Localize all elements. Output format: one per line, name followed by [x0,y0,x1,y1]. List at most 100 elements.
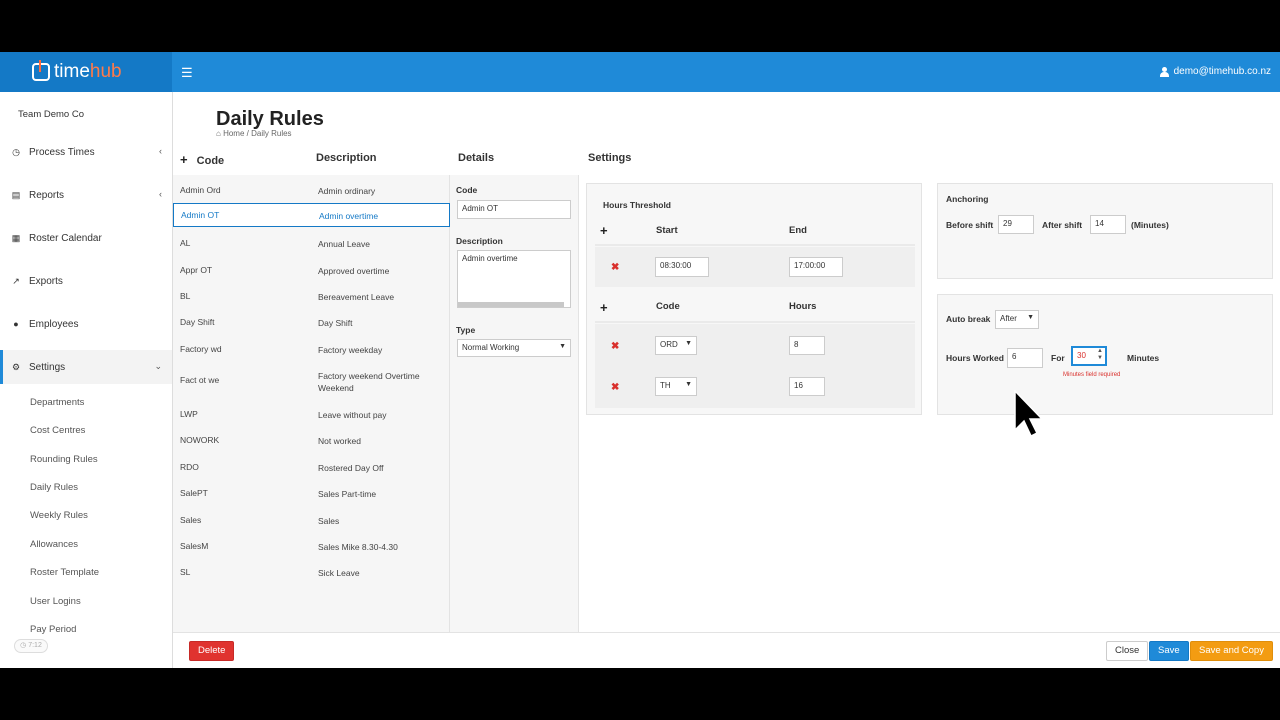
users-icon: ● [13,319,19,329]
sidebar-sub-cost-centres[interactable]: Cost Centres [30,425,85,436]
rule-description: Admin ordinary [318,186,376,196]
sidebar-sub-departments[interactable]: Departments [30,397,84,408]
sidebar-item-roster-calendar[interactable]: ▦ Roster Calendar [0,221,172,255]
breadcrumb[interactable]: ⌂ Home / Daily Rules [216,129,292,138]
break-minutes-stepper[interactable]: 30 ▲ ▼ [1071,346,1107,366]
sidebar-item-settings[interactable]: ⚙ Settings ⌄ [0,350,172,384]
rule-code: Admin OT [181,210,220,220]
user-icon [1159,66,1169,77]
rule-code: AL [180,238,191,248]
start-time-input[interactable]: 08:30:00 [655,257,709,277]
hamburger-icon[interactable]: ☰ [181,65,193,81]
rule-description: Day Shift [318,318,353,328]
sidebar-sub-weekly-rules[interactable]: Weekly Rules [30,510,88,521]
description-text: Admin overtime [462,254,518,263]
sidebar-sub-user-logins[interactable]: User Logins [30,596,81,607]
sidebar-sub-allowances[interactable]: Allowances [30,539,78,550]
page-title: Daily Rules [216,108,324,130]
hours-input[interactable]: 16 [789,377,825,396]
type-select[interactable]: Normal Working ▼ [457,339,571,357]
chevron-down-icon: ⌄ [154,361,162,371]
rule-code: Admin Ord [180,185,221,195]
minutes-label: Minutes [1127,353,1160,363]
delete-button[interactable]: Delete [189,641,235,661]
sidebar-sub-daily-rules[interactable]: Daily Rules [30,482,78,493]
chevron-left-icon: ‹ [159,146,162,156]
spinner-arrows-icon[interactable]: ▲ ▼ [1097,348,1103,362]
code-selected-value: TH [660,381,671,390]
sidebar-item-exports[interactable]: ↗ Exports [0,264,172,298]
break-minutes-value: 30 [1077,351,1086,360]
anchoring-card: Anchoring Before shift 29 After shift 14… [937,183,1273,279]
sidebar-sub-pay-period[interactable]: Pay Period [30,624,76,635]
rule-code: Fact ot we [180,375,220,385]
end-time-input[interactable]: 17:00:00 [789,257,843,277]
description-column-header: Description [316,152,377,164]
sidebar-item-reports[interactable]: ▤ Reports ‹ [0,178,172,212]
hours-worked-input[interactable]: 6 [1007,348,1043,368]
after-shift-label: After shift [1042,220,1083,230]
mouse-pointer-icon [1014,390,1044,438]
rule-code: BL [180,291,191,301]
end-header: End [789,225,807,236]
threshold-code-rows [595,324,915,408]
export-icon: ↗ [12,276,20,286]
remove-code-icon[interactable]: ✖ [611,382,619,393]
caret-down-icon: ▼ [685,381,692,388]
code-column-header: + Code [180,152,224,167]
divider [595,321,915,323]
save-button[interactable]: Save [1149,641,1189,661]
hours-threshold-title: Hours Threshold [603,200,672,210]
footer-bar: Delete Close Save Save and Copy [173,632,1280,668]
rules-list: Admin Ord Admin ordinary Admin OT Admin ov… [173,175,450,632]
rule-code: Day Shift [180,317,215,327]
rule-code: LWP [180,409,198,419]
before-shift-input[interactable]: 29 [998,215,1034,234]
minutes-unit-label: (Minutes) [1131,220,1169,230]
list-item-selected[interactable]: Admin OT Admin overtime [173,203,450,227]
caret-down-icon: ▼ [559,343,566,350]
logo-icon [32,60,50,81]
sidebar-item-employees[interactable]: ● Employees [0,307,172,341]
code-input[interactable]: Admin OT [457,200,571,219]
sidebar-item-label: Process Times [29,146,95,158]
code-label: Code [456,185,478,195]
sidebar-sub-rounding-rules[interactable]: Rounding Rules [30,454,98,465]
hours-threshold-card: Hours Threshold + Start End ✖ 08:30:00 1… [586,183,922,415]
user-menu[interactable]: demo@timehub.co.nz [1159,66,1271,77]
save-and-copy-button[interactable]: Save and Copy [1190,641,1273,661]
close-button[interactable]: Close [1106,641,1149,661]
remove-time-icon[interactable]: ✖ [611,262,619,273]
details-panel: Code Admin OT Description Admin overtime… [450,175,579,632]
for-label: For [1051,353,1065,363]
top-bar: time hub ☰ demo@timehub.co.nz [0,52,1280,92]
rule-code: NOWORK [180,435,220,445]
description-textarea[interactable]: Admin overtime [457,250,571,308]
rule-description: Not worked [318,436,361,446]
type-label: Type [456,325,476,335]
logo[interactable]: time hub [0,52,172,92]
horizontal-scrollbar[interactable] [458,302,564,307]
add-code-plus-icon[interactable]: + [600,300,608,315]
logo-text: time [54,61,90,82]
rule-code: SalePT [180,488,208,498]
chevron-left-icon: ‹ [159,189,162,199]
add-rule-plus-icon[interactable]: + [180,152,188,167]
after-shift-input[interactable]: 14 [1090,215,1126,234]
code-header: Code [656,301,680,312]
auto-break-select[interactable]: After ▼ [995,310,1039,329]
sidebar-sub-roster-template[interactable]: Roster Template [30,567,99,578]
anchoring-title: Anchoring [946,194,989,204]
sidebar-item-label: Reports [29,189,65,201]
add-threshold-plus-icon[interactable]: + [600,223,608,238]
rule-code: Sales [180,515,202,525]
code-selected-value: ORD [660,340,678,349]
rule-description: Sales Mike 8.30-4.30 [318,542,398,552]
remove-code-icon[interactable]: ✖ [611,341,619,352]
code-select[interactable]: TH ▼ [655,377,697,396]
code-select[interactable]: ORD ▼ [655,336,697,355]
sidebar-item-process-times[interactable]: ◷ Process Times ‹ [0,135,172,169]
rule-description: Sick Leave [318,568,360,578]
rule-code: SalesM [180,541,209,551]
hours-input[interactable]: 8 [789,336,825,355]
